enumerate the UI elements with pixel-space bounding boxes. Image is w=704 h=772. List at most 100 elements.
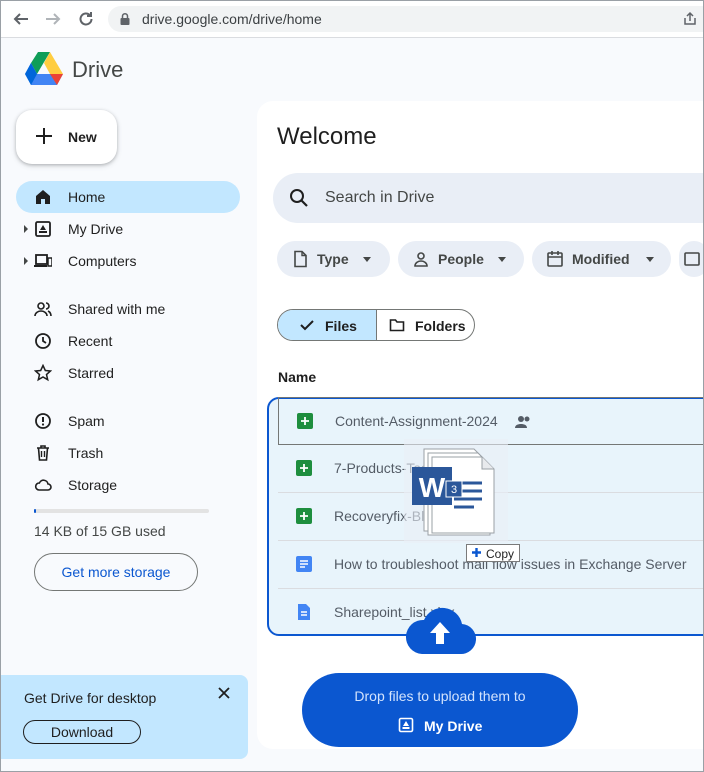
- search-icon[interactable]: [289, 188, 309, 208]
- name-column-header[interactable]: Name: [278, 369, 316, 385]
- sidebar-item-label: Computers: [68, 253, 137, 269]
- filter-modified-label: Modified: [572, 251, 630, 267]
- new-button[interactable]: New: [16, 110, 117, 164]
- sidebar-item-recent[interactable]: Recent: [16, 325, 240, 357]
- drag-ghost: W 3: [404, 439, 508, 543]
- new-button-label: New: [68, 129, 97, 145]
- sidebar-item-computers[interactable]: Computers: [16, 245, 240, 277]
- sidebar-item-label: Spam: [68, 413, 105, 429]
- calendar-icon: [547, 251, 563, 267]
- chevron-down-icon: [646, 257, 654, 262]
- sidebar-item-starred[interactable]: Starred: [16, 357, 240, 389]
- trash-icon: [37, 445, 49, 461]
- files-toggle-label: Files: [325, 318, 357, 334]
- back-button[interactable]: [10, 8, 32, 30]
- file-row[interactable]: Content-Assignment-2024: [278, 397, 704, 445]
- person-icon: [414, 252, 428, 267]
- site-info-icon[interactable]: [118, 12, 132, 26]
- sheets-icon: [296, 508, 312, 524]
- sidebar-item-label: Shared with me: [68, 301, 166, 317]
- chevron-down-icon: [363, 257, 371, 262]
- sheets-icon: [296, 460, 312, 476]
- upload-drop-banner: Drop files to upload them to My Drive: [302, 673, 578, 747]
- filter-type-chip[interactable]: Type: [277, 241, 390, 277]
- desktop-promo-card: Get Drive for desktop Download: [0, 675, 248, 759]
- arrow-right-icon: [46, 13, 61, 25]
- get-more-storage-button[interactable]: Get more storage: [34, 553, 198, 591]
- sidebar-item-storage[interactable]: Storage: [16, 469, 240, 501]
- home-icon: [36, 190, 50, 204]
- app-title[interactable]: Drive: [72, 57, 123, 83]
- sidebar-item-label: Trash: [68, 445, 104, 461]
- source-icon: [684, 252, 700, 266]
- file-icon: [294, 250, 307, 268]
- filter-type-label: Type: [317, 251, 349, 267]
- plus-icon: [36, 128, 52, 144]
- download-button[interactable]: Download: [23, 720, 141, 744]
- copy-label: Copy: [486, 547, 515, 561]
- upload-cloud-icon: [406, 607, 476, 655]
- computer-icon: [34, 254, 52, 267]
- sidebar-item-home[interactable]: Home: [16, 181, 240, 213]
- people-icon: [34, 302, 52, 317]
- storage-meter-fill: [34, 509, 36, 513]
- files-folders-toggle: Files Folders: [277, 309, 475, 341]
- expand-arrow-icon[interactable]: [24, 225, 28, 233]
- folders-toggle-button[interactable]: Folders: [377, 310, 474, 340]
- close-icon[interactable]: [216, 685, 232, 701]
- reload-button[interactable]: [75, 8, 97, 30]
- browser-toolbar: drive.google.com/drive/home: [0, 0, 704, 38]
- sidebar-item-label: Starred: [68, 365, 114, 381]
- filter-people-label: People: [438, 251, 484, 267]
- word-file-stack-icon: W 3: [412, 448, 495, 536]
- file-row[interactable]: Sharepoint_list.xlsx: [278, 589, 704, 637]
- search-input[interactable]: Search in Drive: [273, 173, 704, 223]
- forward-button[interactable]: [42, 8, 64, 30]
- sidebar-item-label: Home: [68, 189, 106, 205]
- share-icon[interactable]: [682, 11, 698, 27]
- document-icon: [298, 604, 310, 620]
- drag-count-badge: 3: [451, 484, 457, 496]
- star-icon: [34, 364, 52, 382]
- sidebar-item-label: Recent: [68, 333, 113, 349]
- page-title: Welcome: [277, 123, 377, 150]
- sidebar-item-trash[interactable]: Trash: [16, 437, 240, 469]
- storage-usage-text: 14 KB of 15 GB used: [34, 523, 166, 539]
- word-app-letter: W: [419, 472, 446, 503]
- upload-destination: My Drive: [424, 718, 483, 734]
- docs-icon: [296, 556, 312, 572]
- sidebar-item-shared-with-me[interactable]: Shared with me: [16, 293, 240, 325]
- plus-icon: [471, 547, 482, 558]
- filter-people-chip[interactable]: People: [398, 241, 524, 277]
- sheets-icon: [297, 413, 313, 429]
- sidebar-item-label: Storage: [68, 477, 118, 493]
- search-placeholder: Search in Drive: [325, 189, 435, 206]
- spam-icon: [35, 413, 51, 429]
- folder-icon: [389, 319, 405, 332]
- expand-arrow-icon[interactable]: [24, 257, 28, 265]
- sidebar-item-spam[interactable]: Spam: [16, 405, 240, 437]
- reload-icon: [79, 12, 93, 26]
- address-bar[interactable]: drive.google.com/drive/home: [108, 6, 704, 32]
- sidebar-item-my-drive[interactable]: My Drive: [16, 213, 240, 245]
- arrow-left-icon: [13, 13, 28, 25]
- shared-people-icon: [515, 416, 530, 428]
- drive-logo-icon[interactable]: [25, 52, 63, 86]
- url-text: drive.google.com/drive/home: [142, 11, 322, 27]
- files-toggle-button[interactable]: Files: [278, 310, 377, 340]
- sidebar-item-label: My Drive: [68, 221, 124, 237]
- upload-instruction: Drop files to upload them to: [354, 688, 526, 704]
- cloud-icon: [34, 479, 52, 491]
- clock-icon: [35, 333, 51, 349]
- my-drive-icon: [398, 717, 414, 733]
- storage-meter: [34, 509, 209, 513]
- filter-more-chip[interactable]: [679, 241, 704, 277]
- folders-toggle-label: Folders: [415, 318, 466, 334]
- chevron-down-icon: [498, 257, 506, 262]
- copy-cursor-tag: Copy: [466, 544, 520, 562]
- checkmark-icon: [300, 320, 314, 331]
- file-name: Content-Assignment-2024: [335, 413, 498, 429]
- my-drive-icon: [35, 221, 51, 237]
- filter-modified-chip[interactable]: Modified: [532, 241, 671, 277]
- promo-title: Get Drive for desktop: [24, 690, 157, 706]
